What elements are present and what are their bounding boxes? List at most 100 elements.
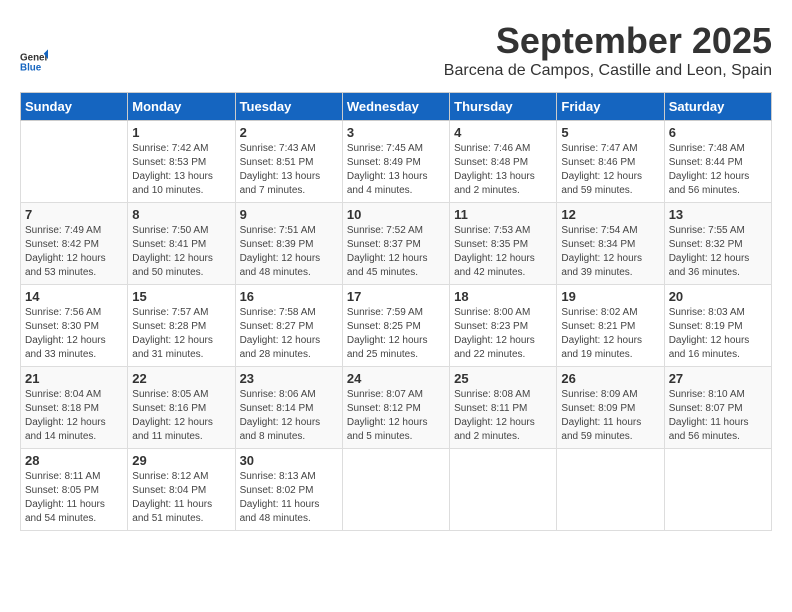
weekday-header-monday: Monday [128,93,235,121]
calendar-cell: 21 Sunrise: 8:04 AM Sunset: 8:18 PM Dayli… [21,367,128,449]
calendar-cell [664,449,771,531]
day-number: 30 [240,453,338,468]
day-info: Sunrise: 8:04 AM Sunset: 8:18 PM Dayligh… [25,388,123,444]
day-info: Sunrise: 7:49 AM Sunset: 8:42 PM Dayligh… [25,224,123,280]
calendar-cell: 27 Sunrise: 8:10 AM Sunset: 8:07 PM Dayli… [664,367,771,449]
day-number: 12 [561,207,659,222]
day-info: Sunrise: 8:03 AM Sunset: 8:19 PM Dayligh… [669,306,767,362]
day-info: Sunrise: 7:52 AM Sunset: 8:37 PM Dayligh… [347,224,445,280]
weekday-header-wednesday: Wednesday [342,93,449,121]
day-info: Sunrise: 8:02 AM Sunset: 8:21 PM Dayligh… [561,306,659,362]
weekday-header-tuesday: Tuesday [235,93,342,121]
day-info: Sunrise: 7:58 AM Sunset: 8:27 PM Dayligh… [240,306,338,362]
calendar-cell: 11 Sunrise: 7:53 AM Sunset: 8:35 PM Dayli… [450,203,557,285]
calendar-cell: 4Sunrise: 7:46 AM Sunset: 8:48 PM Daylig… [450,121,557,203]
day-info: Sunrise: 7:50 AM Sunset: 8:41 PM Dayligh… [132,224,230,280]
day-number: 2 [240,125,338,140]
day-info: Sunrise: 7:56 AM Sunset: 8:30 PM Dayligh… [25,306,123,362]
day-number: 16 [240,289,338,304]
calendar-cell: 13 Sunrise: 7:55 AM Sunset: 8:32 PM Dayli… [664,203,771,285]
day-info: Sunrise: 8:05 AM Sunset: 8:16 PM Dayligh… [132,388,230,444]
calendar-cell: 3 Sunrise: 7:45 AM Sunset: 8:49 PM Daylig… [342,121,449,203]
calendar-cell: 9 Sunrise: 7:51 AM Sunset: 8:39 PM Daylig… [235,203,342,285]
calendar-cell: 24 Sunrise: 8:07 AM Sunset: 8:12 PM Dayli… [342,367,449,449]
day-number: 19 [561,289,659,304]
calendar-cell: 7 Sunrise: 7:49 AM Sunset: 8:42 PM Daylig… [21,203,128,285]
calendar-cell: 29 Sunrise: 8:12 AM Sunset: 8:04 PM Dayli… [128,449,235,531]
day-info: Sunrise: 8:12 AM Sunset: 8:04 PM Dayligh… [132,470,230,526]
calendar-cell: 28 Sunrise: 8:11 AM Sunset: 8:05 PM Dayli… [21,449,128,531]
day-info: Sunrise: 7:48 AM Sunset: 8:44 PM Dayligh… [669,142,767,198]
day-info: Sunrise: 7:42 AM Sunset: 8:53 PM Dayligh… [132,142,230,198]
day-number: 10 [347,207,445,222]
calendar-cell: 23 Sunrise: 8:06 AM Sunset: 8:14 PM Dayli… [235,367,342,449]
calendar-cell: 10 Sunrise: 7:52 AM Sunset: 8:37 PM Dayli… [342,203,449,285]
general-blue-logo: General Blue [20,48,48,76]
weekday-header-saturday: Saturday [664,93,771,121]
day-info: Sunrise: 8:11 AM Sunset: 8:05 PM Dayligh… [25,470,123,526]
calendar-cell [21,121,128,203]
day-info: Sunrise: 8:00 AM Sunset: 8:23 PM Dayligh… [454,306,552,362]
day-info: Sunrise: 7:51 AM Sunset: 8:39 PM Dayligh… [240,224,338,280]
calendar-cell: 2Sunrise: 7:43 AM Sunset: 8:51 PM Daylig… [235,121,342,203]
day-info: Sunrise: 8:07 AM Sunset: 8:12 PM Dayligh… [347,388,445,444]
weekday-header-sunday: Sunday [21,93,128,121]
day-number: 25 [454,371,552,386]
day-number: 24 [347,371,445,386]
day-info: Sunrise: 7:46 AM Sunset: 8:48 PM Dayligh… [454,142,552,198]
day-number: 15 [132,289,230,304]
day-number: 29 [132,453,230,468]
calendar-cell: 19 Sunrise: 8:02 AM Sunset: 8:21 PM Dayli… [557,285,664,367]
day-number: 9 [240,207,338,222]
calendar-cell: 1 Sunrise: 7:42 AM Sunset: 8:53 PM Daylig… [128,121,235,203]
day-number: 18 [454,289,552,304]
day-number: 6 [669,125,767,140]
calendar-cell: 5 Sunrise: 7:47 AM Sunset: 8:46 PM Daylig… [557,121,664,203]
day-number: 13 [669,207,767,222]
calendar-cell: 12 Sunrise: 7:54 AM Sunset: 8:34 PM Dayli… [557,203,664,285]
day-info: Sunrise: 7:53 AM Sunset: 8:35 PM Dayligh… [454,224,552,280]
day-number: 26 [561,371,659,386]
calendar-cell: 26 Sunrise: 8:09 AM Sunset: 8:09 PM Dayli… [557,367,664,449]
day-number: 27 [669,371,767,386]
day-info: Sunrise: 8:08 AM Sunset: 8:11 PM Dayligh… [454,388,552,444]
calendar-cell: 16 Sunrise: 7:58 AM Sunset: 8:27 PM Dayli… [235,285,342,367]
month-title: September 2025 [444,20,772,62]
day-number: 1 [132,125,230,140]
day-number: 7 [25,207,123,222]
svg-text:Blue: Blue [20,62,42,73]
day-number: 14 [25,289,123,304]
calendar-cell [450,449,557,531]
day-number: 23 [240,371,338,386]
day-info: Sunrise: 7:59 AM Sunset: 8:25 PM Dayligh… [347,306,445,362]
calendar-cell: 25 Sunrise: 8:08 AM Sunset: 8:11 PM Dayli… [450,367,557,449]
calendar-cell: 30Sunrise: 8:13 AM Sunset: 8:02 PM Dayli… [235,449,342,531]
calendar-table: SundayMondayTuesdayWednesdayThursdayFrid… [20,92,772,531]
weekday-header-thursday: Thursday [450,93,557,121]
weekday-header-friday: Friday [557,93,664,121]
day-info: Sunrise: 7:57 AM Sunset: 8:28 PM Dayligh… [132,306,230,362]
day-number: 5 [561,125,659,140]
day-info: Sunrise: 7:54 AM Sunset: 8:34 PM Dayligh… [561,224,659,280]
day-number: 20 [669,289,767,304]
day-number: 3 [347,125,445,140]
calendar-cell: 17 Sunrise: 7:59 AM Sunset: 8:25 PM Dayli… [342,285,449,367]
calendar-cell: 15 Sunrise: 7:57 AM Sunset: 8:28 PM Dayli… [128,285,235,367]
calendar-cell [342,449,449,531]
day-info: Sunrise: 8:09 AM Sunset: 8:09 PM Dayligh… [561,388,659,444]
calendar-cell: 6 Sunrise: 7:48 AM Sunset: 8:44 PM Daylig… [664,121,771,203]
calendar-cell [557,449,664,531]
calendar-cell: 20 Sunrise: 8:03 AM Sunset: 8:19 PM Dayli… [664,285,771,367]
day-info: Sunrise: 8:06 AM Sunset: 8:14 PM Dayligh… [240,388,338,444]
day-info: Sunrise: 7:45 AM Sunset: 8:49 PM Dayligh… [347,142,445,198]
day-number: 21 [25,371,123,386]
calendar-cell: 14 Sunrise: 7:56 AM Sunset: 8:30 PM Dayli… [21,285,128,367]
day-info: Sunrise: 7:55 AM Sunset: 8:32 PM Dayligh… [669,224,767,280]
day-number: 17 [347,289,445,304]
day-number: 28 [25,453,123,468]
calendar-cell: 8Sunrise: 7:50 AM Sunset: 8:41 PM Daylig… [128,203,235,285]
calendar-cell: 18 Sunrise: 8:00 AM Sunset: 8:23 PM Dayli… [450,285,557,367]
day-info: Sunrise: 8:10 AM Sunset: 8:07 PM Dayligh… [669,388,767,444]
day-number: 11 [454,207,552,222]
day-info: Sunrise: 7:47 AM Sunset: 8:46 PM Dayligh… [561,142,659,198]
